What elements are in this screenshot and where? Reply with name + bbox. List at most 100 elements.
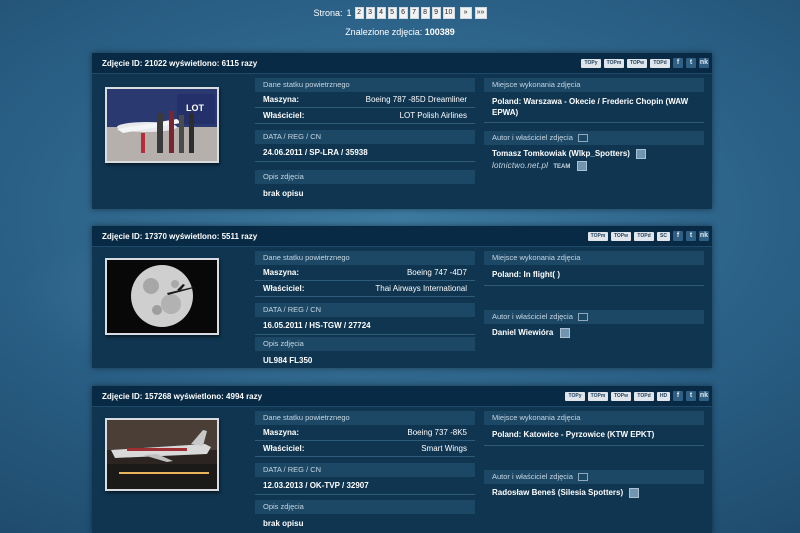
place-section-label: Miejsce wykonania zdjęcia [484,251,704,265]
twitter-icon[interactable]: t [686,391,696,401]
author-value[interactable]: Daniel Wiewióra [492,328,553,337]
photo-card-actions: TOPy TOPm TOPw TOPd HD f t nk [565,391,709,401]
nk-icon[interactable]: nk [699,391,709,401]
owner-value[interactable]: Smart Wings [421,441,467,456]
top-week-button[interactable]: TOPw [611,231,631,241]
top-month-button[interactable]: TOPm [588,231,608,241]
page-link-7[interactable]: 7 [409,7,419,19]
photo-card-title: Zdjęcie ID: 21022 wyświetlono: 6115 razy [102,58,258,68]
owner-row: Właściciel: Thai Airways International [255,281,475,297]
page-link-2[interactable]: 2 [354,7,364,19]
message-icon[interactable] [577,134,588,143]
aircraft-section-label: Dane statku powietrznego [255,78,475,92]
last-page-button[interactable]: »» [474,7,487,19]
team-icon[interactable] [576,160,587,171]
photo-card: Zdjęcie ID: 21022 wyświetlono: 6115 razy… [92,53,712,209]
message-icon[interactable] [577,473,588,482]
owner-value[interactable]: Thai Airways International [375,281,467,296]
photo-thumbnail[interactable] [105,418,219,491]
top-week-button[interactable]: TOPw [611,391,631,401]
machine-label: Maszyna: [263,268,300,277]
photo-card-header: Zdjęcie ID: 157268 wyświetlono: 4994 raz… [92,386,712,407]
data-section-label: DATA / REG / CN [255,130,475,144]
dreamliner-photo-image: LOT [107,89,217,161]
next-page-button[interactable]: » [459,7,472,19]
lotnictwo-logo[interactable]: lotnictwo.net.pl [492,161,548,170]
page-link-10[interactable]: 10 [442,7,455,19]
twitter-icon[interactable]: t [686,231,696,241]
aircraft-section-label: Dane statku powietrznego [255,251,475,265]
place-value[interactable]: Poland: Warszawa - Okecie / Frederic Cho… [484,92,704,123]
description-value: brak opisu [263,519,304,528]
place-value[interactable]: Poland: Katowice - Pyrzowice (KTW EPKT) [484,425,704,446]
author-section-label: Autor i właściciel zdjęcia [484,131,704,145]
pagination: Strona: 1 2 3 4 5 6 7 8 9 10 » »» [0,7,800,19]
author-section-text: Autor i właściciel zdjęcia [492,312,573,321]
photo-card-actions: TOPm TOPw TOPd SC f t nk [588,231,709,241]
machine-value[interactable]: Boeing 747 -4D7 [407,265,467,280]
page-link-4[interactable]: 4 [376,7,386,19]
top-month-button[interactable]: TOPm [588,391,608,401]
profile-icon[interactable] [636,148,647,159]
aircraft-section-label: Dane statku powietrznego [255,411,475,425]
facebook-icon[interactable]: f [673,58,683,68]
photo-thumbnail[interactable] [105,258,219,335]
nk-icon[interactable]: nk [699,58,709,68]
description-value: brak opisu [263,189,304,198]
author-row: Tomasz Tomkowiak (Wlkp_Spotters) [484,145,704,159]
place-section-label: Miejsce wykonania zdjęcia [484,411,704,425]
top-day-button[interactable]: TOPd [650,58,670,68]
owner-value[interactable]: LOT Polish Airlines [400,108,467,123]
author-section-text: Autor i właściciel zdjęcia [492,133,573,142]
place-value[interactable]: Poland: In flight( ) [484,265,704,286]
machine-row: Maszyna: Boeing 787 -85D Dreamliner [255,92,475,108]
author-row: Radosław Beneš (Silesia Spotters) [484,484,704,498]
photo-card-title: Zdjęcie ID: 17370 wyświetlono: 5511 razy [102,231,258,241]
pagination-label: Strona: [313,8,343,18]
data-section-label: DATA / REG / CN [255,463,475,477]
data-section-label: DATA / REG / CN [255,303,475,317]
owner-label: Właściciel: [263,111,305,120]
description-section-label: Opis zdjęcia [255,337,475,351]
date-reg-cn-value[interactable]: 24.06.2011 / SP-LRA / 35938 [255,144,475,162]
hd-button[interactable]: HD [657,391,670,401]
machine-value[interactable]: Boeing 787 -85D Dreamliner [366,92,467,107]
photo-card-header: Zdjęcie ID: 21022 wyświetlono: 6115 razy… [92,53,712,74]
profile-icon[interactable] [629,487,640,498]
page-link-5[interactable]: 5 [387,7,397,19]
top-day-button[interactable]: TOPd [634,391,654,401]
found-count: Znalezione zdjęcia: 100389 [0,27,800,37]
team-label: TEAM [553,164,571,170]
author-section-label: Autor i właściciel zdjęcia [484,310,704,324]
machine-value[interactable]: Boeing 737 -8K5 [407,425,467,440]
top-month-button[interactable]: TOPm [604,58,624,68]
facebook-icon[interactable]: f [673,391,683,401]
author-value[interactable]: Radosław Beneš (Silesia Spotters) [492,488,623,497]
facebook-icon[interactable]: f [673,231,683,241]
author-value[interactable]: Tomasz Tomkowiak (Wlkp_Spotters) [492,149,630,158]
top-week-button[interactable]: TOPw [627,58,647,68]
sc-button[interactable]: SC [657,231,670,241]
top-year-button[interactable]: TOPy [581,58,601,68]
top-year-button[interactable]: TOPy [565,391,585,401]
photo-card: Zdjęcie ID: 17370 wyświetlono: 5511 razy… [92,226,712,368]
message-icon[interactable] [577,313,588,322]
page-link-6[interactable]: 6 [398,7,408,19]
page-link-9[interactable]: 9 [431,7,441,19]
owner-row: Właściciel: LOT Polish Airlines [255,108,475,124]
nk-icon[interactable]: nk [699,231,709,241]
profile-icon[interactable] [559,327,570,338]
author-section-text: Autor i właściciel zdjęcia [492,472,573,481]
photo-card-header: Zdjęcie ID: 17370 wyświetlono: 5511 razy… [92,226,712,247]
twitter-icon[interactable]: t [686,58,696,68]
top-day-button[interactable]: TOPd [634,231,654,241]
photo-card-title: Zdjęcie ID: 157268 wyświetlono: 4994 raz… [102,391,263,401]
date-reg-cn-value[interactable]: 12.03.2013 / OK-TVP / 32907 [255,477,475,495]
photo-thumbnail[interactable]: LOT [105,87,219,163]
owner-label: Właściciel: [263,284,305,293]
description-section-label: Opis zdjęcia [255,500,475,514]
page-link-3[interactable]: 3 [365,7,375,19]
moon-photo-image [107,260,217,333]
date-reg-cn-value[interactable]: 16.05.2011 / HS-TGW / 27724 [255,317,475,335]
page-link-8[interactable]: 8 [420,7,430,19]
